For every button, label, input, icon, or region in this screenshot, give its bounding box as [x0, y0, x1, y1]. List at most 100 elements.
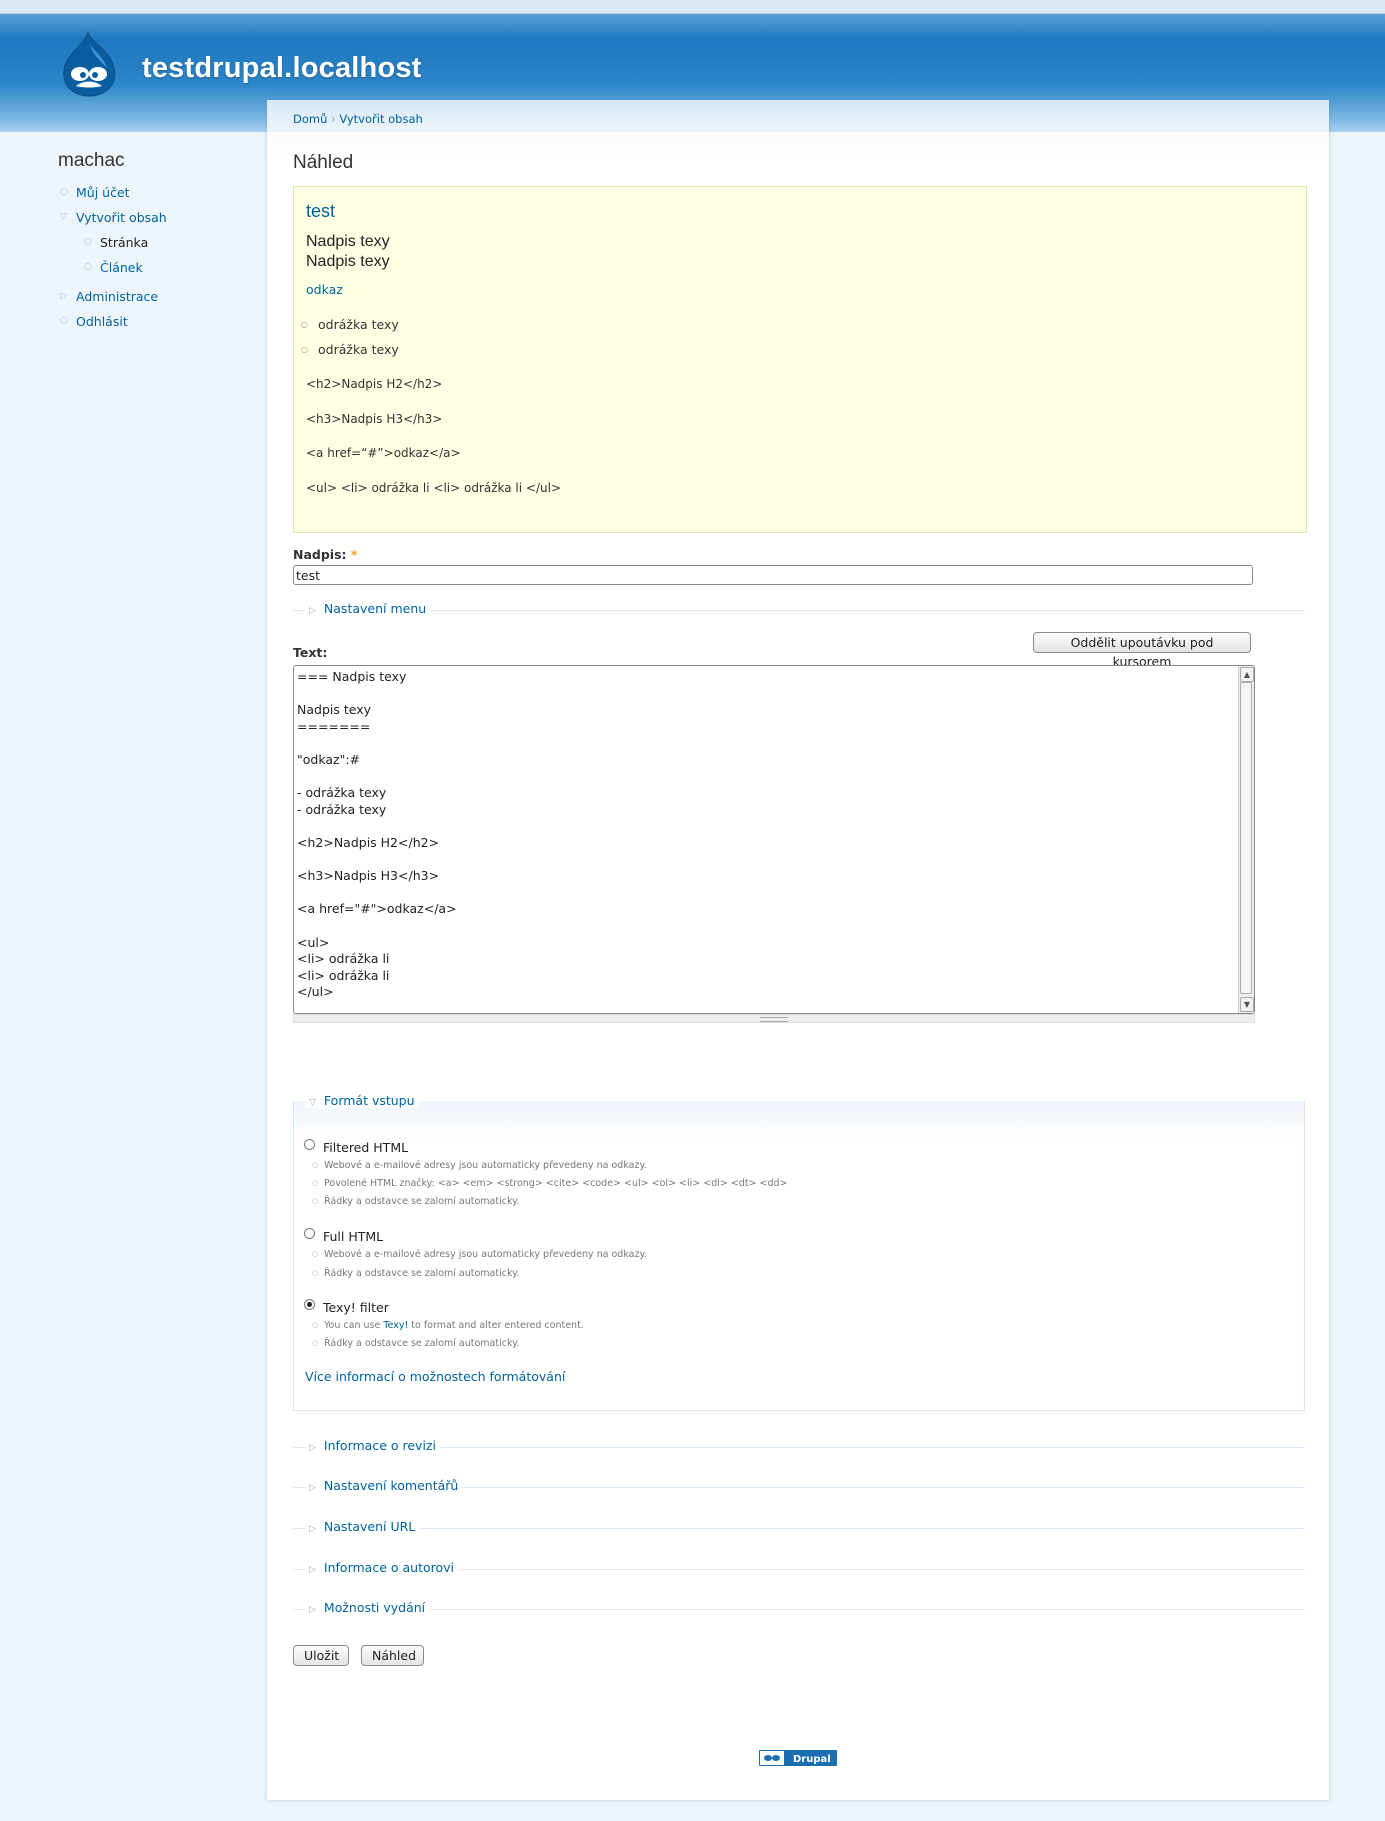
sidebar-item-label-active[interactable]: Stránka [100, 235, 148, 250]
breadcrumb: Domů › Vytvořit obsah [293, 112, 423, 126]
fieldset-author-info[interactable]: ▷ Informace o autorovi [293, 1559, 1305, 1579]
format-tip: Řádky a odstavce se zalomí automaticky. [324, 1338, 520, 1349]
preview-node-title-link[interactable]: test [306, 201, 335, 222]
collapsed-triangle-icon: ▷ [309, 606, 316, 616]
fieldset-legend-text[interactable]: Možnosti vydání [324, 1600, 425, 1615]
required-mark: * [350, 547, 358, 562]
drupal-logo-icon[interactable] [58, 30, 120, 98]
fieldset-legend-text[interactable]: Informace o autorovi [324, 1560, 454, 1575]
format-tip: Řádky a odstavce se zalomí automaticky. [324, 1268, 520, 1279]
leaf-bullet-icon: ○ [60, 187, 68, 197]
texy-link[interactable]: Texy! [383, 1320, 408, 1331]
list-bullet-icon: ○ [301, 320, 308, 329]
sidebar-item-logout[interactable]: ○ Odhlásit [58, 309, 258, 334]
scroll-up-arrow-icon[interactable]: ▲ [1240, 667, 1254, 682]
sidebar-item-label[interactable]: Odhlásit [76, 314, 128, 329]
site-name-link[interactable]: testdrupal.localhost [142, 52, 422, 85]
fieldset-divider [293, 1447, 1305, 1448]
sidebar-item-create-content[interactable]: ▽ Vytvořit obsah [58, 205, 258, 230]
sidebar-user-title: machac [58, 150, 125, 171]
fieldset-legend[interactable]: ▷ Informace o revizi [305, 1438, 440, 1453]
preview-heading: Nadpis texy [306, 233, 390, 250]
radio-label[interactable]: Texy! filter [323, 1300, 389, 1315]
fieldset-legend[interactable]: ▽ Formát vstupu [305, 1093, 419, 1108]
format-tip: Řádky a odstavce se zalomí automaticky. [324, 1196, 520, 1207]
more-formatting-info-link[interactable]: Více informací o možnostech formátování [305, 1369, 565, 1384]
fieldset-comment-settings[interactable]: ▷ Nastavení komentářů [293, 1477, 1305, 1497]
title-field-label: Nadpis: * [293, 547, 357, 562]
breadcrumb-home-link[interactable]: Domů [293, 112, 327, 126]
scrollbar-thumb[interactable] [1240, 682, 1252, 994]
sidebar-item-page[interactable]: ○ Stránka [58, 230, 258, 255]
title-input[interactable]: test [293, 565, 1253, 585]
radio-full-html[interactable] [304, 1228, 315, 1239]
body-textarea[interactable]: === Nadpis texy Nadpis texy ======= "odk… [293, 665, 1255, 1014]
tip-bullet-icon: ○ [312, 1269, 319, 1277]
sidebar-item-label[interactable]: Článek [100, 260, 143, 275]
content-header-bar [267, 100, 1329, 132]
fieldset-publishing-options[interactable]: ▷ Možnosti vydání [293, 1599, 1305, 1619]
powered-by-drupal-badge[interactable]: Drupal [759, 1750, 837, 1766]
sidebar-item-article[interactable]: ○ Článek [58, 255, 258, 280]
sidebar-item-my-account[interactable]: ○ Můj účet [58, 180, 258, 205]
save-button[interactable]: Uložit [293, 1645, 349, 1666]
preview-code-line: <ul> <li> odrážka li <li> odrážka li </u… [306, 481, 562, 495]
format-tip: Webové a e-mailové adresy jsou automatic… [324, 1249, 647, 1260]
expanded-triangle-icon: ▽ [60, 212, 67, 222]
fieldset-legend[interactable]: ▷ Možnosti vydání [305, 1600, 430, 1615]
radio-texy-filter[interactable] [304, 1299, 315, 1310]
sidebar: machac ○ Můj účet ▽ Vytvořit obsah ○ Str… [58, 150, 258, 334]
radio-label[interactable]: Full HTML [323, 1229, 383, 1244]
fieldset-legend-text[interactable]: Nastavení komentářů [324, 1478, 458, 1493]
scroll-down-arrow-icon[interactable]: ▼ [1240, 997, 1254, 1012]
radio-label[interactable]: Filtered HTML [323, 1140, 408, 1155]
breadcrumb-current-link[interactable]: Vytvořit obsah [339, 112, 422, 126]
textarea-scrollbar[interactable]: ▲ ▼ [1238, 666, 1254, 1013]
browser-top-strip [0, 0, 1385, 14]
fieldset-legend[interactable]: ▷ Nastavení komentářů [305, 1478, 463, 1493]
format-tip-text: You can use [324, 1320, 384, 1331]
format-tip: Webové a e-mailové adresy jsou automatic… [324, 1160, 647, 1171]
expanded-triangle-icon: ▽ [309, 1098, 316, 1108]
fieldset-divider [293, 1609, 1305, 1610]
preview-box: test Nadpis texy Nadpis texy odkaz ○ odr… [293, 186, 1307, 533]
radio-filtered-html[interactable] [304, 1139, 315, 1150]
fieldset-legend-text[interactable]: Informace o revizi [324, 1438, 436, 1453]
breadcrumb-separator: › [331, 112, 336, 126]
fieldset-revision-info[interactable]: ▷ Informace o revizi [293, 1437, 1305, 1457]
fieldset-url-settings[interactable]: ▷ Nastavení URL [293, 1518, 1305, 1538]
fieldset-legend[interactable]: ▷ Nastavení URL [305, 1519, 420, 1534]
split-teaser-button[interactable]: Oddělit upoutávku pod kursorem [1033, 632, 1251, 669]
fieldset-legend[interactable]: ▷ Nastavení menu [305, 601, 431, 616]
leaf-bullet-icon: ○ [60, 316, 68, 326]
body-textarea-value[interactable]: === Nadpis texy Nadpis texy ======= "odk… [297, 669, 457, 1001]
format-tip-text: to format and alter entered content. [408, 1320, 584, 1331]
fieldset-legend[interactable]: ▷ Informace o autorovi [305, 1560, 459, 1575]
text-field-label: Text: [293, 645, 328, 660]
preview-code-line: <h2>Nadpis H2</h2> [306, 377, 443, 391]
preview-link[interactable]: odkaz [306, 282, 343, 297]
sidebar-item-administration[interactable]: ▷ Administrace [58, 284, 258, 309]
main-content: Domů › Vytvořit obsah Náhled test Nadpis… [267, 100, 1329, 1800]
format-tip: You can use Texy! to format and alter en… [324, 1320, 584, 1331]
fieldset-legend-text[interactable]: Nastavení menu [324, 601, 426, 616]
tip-bullet-icon: ○ [312, 1179, 319, 1187]
sidebar-item-label[interactable]: Můj účet [76, 185, 130, 200]
textarea-resize-grip[interactable] [293, 1014, 1255, 1023]
page-title: Náhled [293, 152, 354, 173]
list-bullet-icon: ○ [301, 345, 308, 354]
fieldset-divider [293, 610, 1305, 611]
fieldset-legend-text[interactable]: Formát vstupu [324, 1093, 415, 1108]
sidebar-item-label[interactable]: Administrace [76, 289, 158, 304]
preview-list-item: odrážka texy [318, 317, 399, 332]
fieldset-menu-settings[interactable]: ▷ Nastavení menu [293, 600, 1305, 620]
collapsed-triangle-icon: ▷ [60, 291, 67, 301]
grip-mark-icon [760, 1017, 788, 1022]
sidebar-item-label[interactable]: Vytvořit obsah [76, 210, 167, 225]
collapsed-triangle-icon: ▷ [309, 1524, 316, 1534]
tip-bullet-icon: ○ [312, 1197, 319, 1205]
preview-list-item: odrážka texy [318, 342, 399, 357]
collapsed-triangle-icon: ▷ [309, 1565, 316, 1575]
fieldset-legend-text[interactable]: Nastavení URL [324, 1519, 415, 1534]
preview-button[interactable]: Náhled [361, 1645, 424, 1666]
